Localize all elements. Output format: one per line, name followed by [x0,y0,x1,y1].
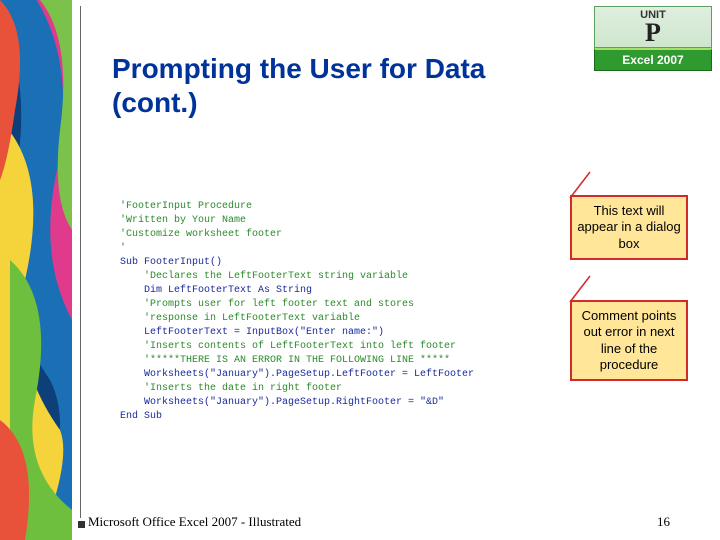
page-number: 16 [657,514,670,530]
footer-text: Microsoft Office Excel 2007 - Illustrate… [88,514,301,530]
callout-error-comment: Comment points out error in next line of… [570,300,688,381]
callout-connector-2 [570,276,590,302]
callout-dialog-text: This text will appear in a dialog box [570,195,688,260]
footer-bullet [78,521,85,528]
